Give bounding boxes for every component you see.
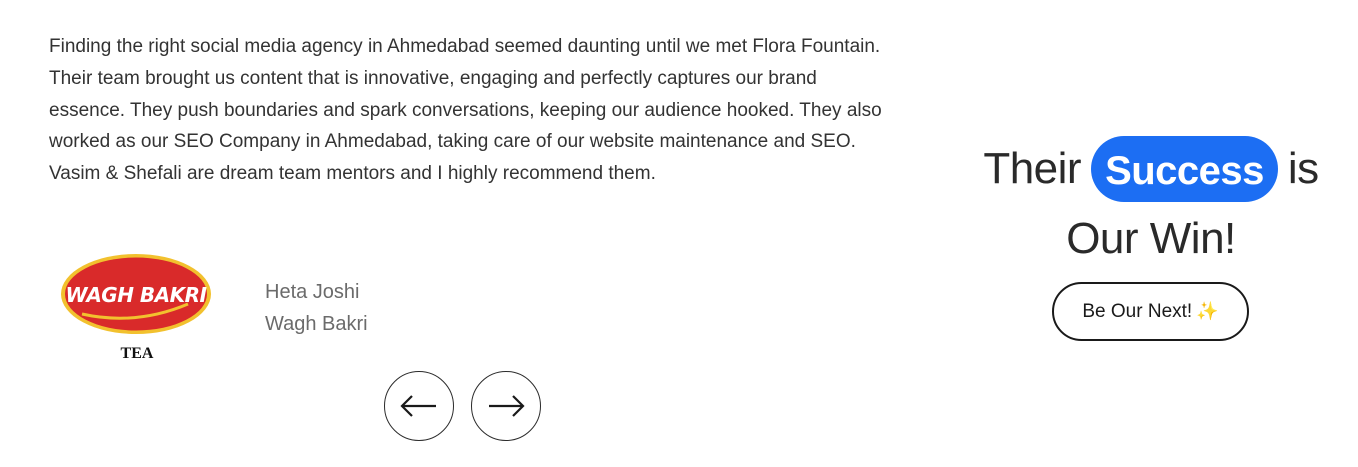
testimonial-text: Finding the right social media agency in… [49, 36, 882, 185]
carousel-prev-button[interactable] [384, 371, 454, 441]
arrow-right-icon [489, 395, 525, 417]
wagh-bakri-logo: WAGH BAKRI TEA [60, 252, 216, 362]
headline-word-their: Their [983, 144, 1082, 193]
carousel-next-button[interactable] [471, 371, 541, 441]
logo-sub-text: TEA [121, 345, 154, 362]
cta-label: Be Our Next! [1082, 300, 1193, 322]
sparkles-icon: ✨ [1196, 301, 1219, 321]
author-company: Wagh Bakri [265, 313, 368, 335]
arrow-left-icon [400, 395, 436, 417]
author-name: Heta Joshi [265, 281, 360, 303]
success-headline: Their Success is Our Win! [950, 133, 1352, 273]
headline-word-is: is [1287, 144, 1319, 193]
headline-success-pill: Success [1091, 136, 1278, 202]
testimonial-author: Heta Joshi Wagh Bakri [265, 276, 368, 340]
be-our-next-button[interactable]: Be Our Next! ✨ [1052, 282, 1249, 341]
headline-our-win: Our Win! [1066, 214, 1236, 263]
logo-brand-text: WAGH BAKRI [65, 283, 207, 307]
testimonial-section: Finding the right social media agency in… [0, 0, 1358, 467]
